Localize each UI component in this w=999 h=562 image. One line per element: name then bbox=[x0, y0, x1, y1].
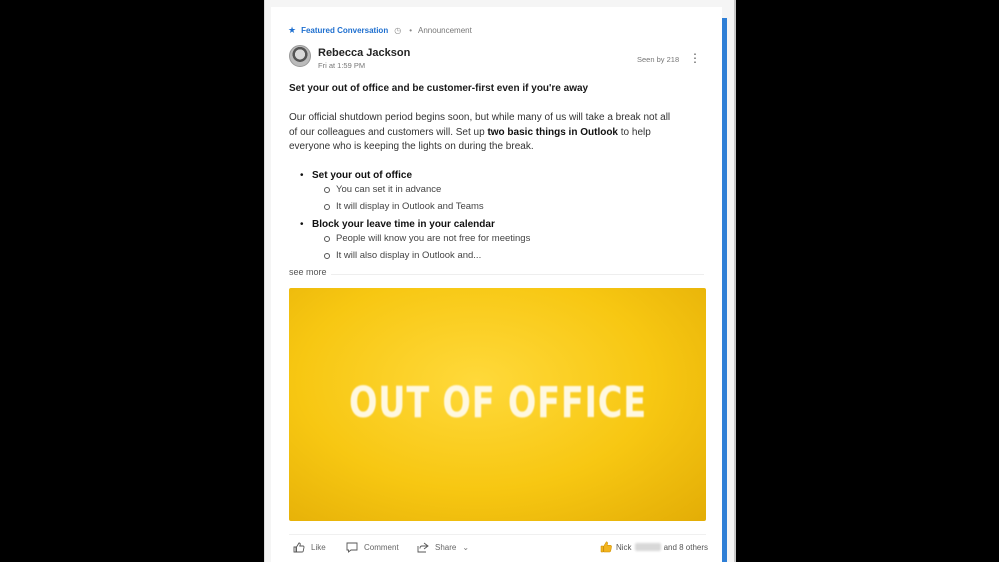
reaction-summary[interactable]: Nick and 8 others bbox=[600, 541, 708, 553]
body-text: to help bbox=[618, 126, 651, 138]
image-caption-text: OUT OF OFFICE bbox=[348, 377, 647, 428]
bullet: • bbox=[300, 170, 304, 181]
comment-label: Comment bbox=[364, 543, 399, 552]
redacted-name bbox=[634, 543, 661, 551]
sub-list-item: You can set it in advance bbox=[336, 184, 442, 195]
scroll-accent-bar bbox=[722, 18, 727, 562]
author-name[interactable]: Rebecca Jackson bbox=[318, 47, 410, 59]
list-item: Set your out of office bbox=[312, 170, 412, 181]
list-item: Block your leave time in your calendar bbox=[312, 219, 495, 230]
thumbs-up-icon bbox=[293, 542, 305, 553]
featured-label[interactable]: Featured Conversation bbox=[301, 26, 388, 35]
body-line-3: everyone who is keeping the lights on du… bbox=[289, 141, 534, 152]
sub-list-item: It will also display in Outlook and... bbox=[336, 250, 482, 261]
seen-by-count[interactable]: Seen by 218 bbox=[637, 55, 679, 64]
divider bbox=[331, 274, 704, 275]
sub-bullet bbox=[324, 236, 330, 242]
chevron-down-icon[interactable]: ⌄ bbox=[462, 543, 469, 552]
like-reaction-icon bbox=[600, 541, 612, 553]
more-options-icon[interactable]: ⋮ bbox=[689, 51, 701, 65]
body-bold-text: two basic things in Outlook bbox=[487, 126, 618, 138]
body-line-1: Our official shutdown period begins soon… bbox=[289, 112, 671, 123]
sub-bullet bbox=[324, 253, 330, 259]
comment-icon bbox=[346, 542, 358, 553]
featured-row: ★ Featured Conversation ◷ • Announcement bbox=[288, 25, 472, 36]
body-text: of our colleagues and customers will. Se… bbox=[289, 126, 488, 138]
separator-dot: • bbox=[409, 26, 413, 35]
clock-icon: ◷ bbox=[394, 26, 402, 35]
body-line-2: of our colleagues and customers will. Se… bbox=[289, 126, 701, 141]
avatar[interactable] bbox=[289, 45, 311, 67]
post-card: ★ Featured Conversation ◷ • Announcement… bbox=[271, 7, 722, 562]
reaction-others: and 8 others bbox=[663, 542, 709, 552]
sub-list-item: People will know you are not free for me… bbox=[336, 233, 531, 244]
sub-list-item: It will display in Outlook and Teams bbox=[336, 201, 484, 212]
sub-bullet bbox=[324, 204, 330, 210]
post-image[interactable]: OUT OF OFFICE bbox=[289, 288, 706, 521]
share-label: Share bbox=[435, 543, 457, 552]
like-label: Like bbox=[311, 543, 326, 552]
see-more-link[interactable]: see more bbox=[289, 267, 327, 277]
announcement-label: Announcement bbox=[418, 26, 472, 35]
comment-button[interactable]: Comment bbox=[346, 542, 399, 553]
share-button[interactable]: Share ⌄ bbox=[417, 542, 469, 553]
post-body: Our official shutdown period begins soon… bbox=[289, 111, 701, 155]
sub-bullet bbox=[324, 187, 330, 193]
post-timestamp[interactable]: Fri at 1:59 PM bbox=[318, 61, 365, 70]
share-icon bbox=[417, 542, 429, 553]
like-button[interactable]: Like bbox=[293, 542, 326, 553]
bullet: • bbox=[300, 219, 304, 230]
divider bbox=[289, 534, 706, 535]
reactor-name: Nick bbox=[616, 542, 632, 552]
star-icon: ★ bbox=[288, 25, 297, 35]
post-title: Set your out of office and be customer-f… bbox=[289, 83, 589, 94]
